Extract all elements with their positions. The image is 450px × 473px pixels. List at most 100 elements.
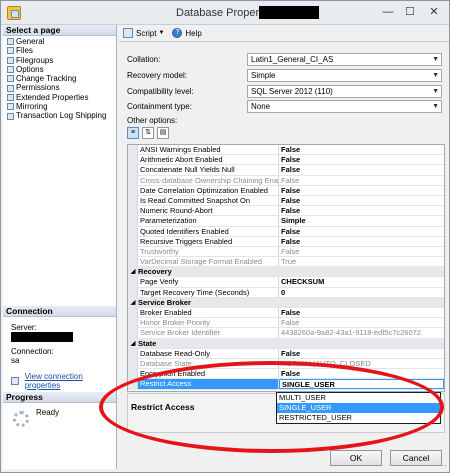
connection-header: Connection	[3, 306, 116, 317]
property-value[interactable]: False	[279, 165, 444, 174]
category-recovery[interactable]: ◢ Recovery	[128, 267, 444, 278]
recovery-model-row: Recovery model: Simple ▼	[127, 69, 445, 82]
resize-grip-icon[interactable]: ⋯	[439, 461, 447, 470]
script-button[interactable]: Script ▼	[123, 28, 164, 38]
property-value[interactable]: False	[279, 186, 444, 195]
property-value[interactable]: False	[279, 206, 444, 215]
category-state[interactable]: ◢ State	[128, 338, 444, 349]
property-value[interactable]: 0	[279, 288, 444, 297]
grid-row[interactable]: Parameterization Simple	[128, 216, 444, 227]
property-value[interactable]: Simple	[279, 216, 444, 225]
close-button[interactable]: ✕	[427, 5, 441, 19]
property-value[interactable]: False	[279, 227, 444, 236]
grid-row[interactable]: Broker Enabled False	[128, 308, 444, 319]
collapse-icon[interactable]: ◢	[128, 298, 138, 307]
grid-row[interactable]: Numeric Round-Abort False	[128, 206, 444, 217]
grid-row[interactable]: Encryption Enabled False	[128, 369, 444, 380]
page-item-filegroups[interactable]: Filegroups	[3, 56, 116, 65]
view-connection-link-text[interactable]: View connection properties	[25, 372, 116, 390]
progress-section: Progress Ready	[3, 392, 116, 427]
grid-row[interactable]: Concatenate Null Yields Null False	[128, 165, 444, 176]
recovery-model-select[interactable]: Simple ▼	[247, 69, 442, 82]
alphabetical-sort-button[interactable]: ⇅	[142, 127, 154, 139]
page-label: Permissions	[16, 83, 60, 93]
property-value[interactable]: False	[279, 155, 444, 164]
maximize-button[interactable]: ☐	[403, 5, 417, 19]
minimize-button[interactable]: —	[381, 5, 395, 19]
page-item-extended-properties[interactable]: Extended Properties	[3, 93, 116, 102]
grid-row[interactable]: Recursive Triggers Enabled False	[128, 236, 444, 247]
grid-row[interactable]: ANSI Warnings Enabled False	[128, 145, 444, 156]
property-value[interactable]: False	[279, 308, 444, 317]
grid-row[interactable]: Arithmetic Abort Enabled False	[128, 155, 444, 166]
grid-row[interactable]: Database Read-Only False	[128, 348, 444, 359]
options-property-grid: ANSI Warnings Enabled False Arithmetic Ab…	[127, 144, 445, 392]
property-pages-button[interactable]: ▤	[157, 127, 169, 139]
toolbar: Script ▼ ? Help	[119, 25, 449, 42]
page-item-change-tracking[interactable]: Change Tracking	[3, 74, 116, 83]
property-name: Honor Broker Priority	[138, 318, 279, 328]
grid-row: VarDecimal Storage Format Enabled True	[128, 257, 444, 268]
property-value[interactable]: False	[279, 145, 444, 154]
grid-row[interactable]: Page Verify CHECKSUM	[128, 277, 444, 288]
property-value[interactable]: False	[279, 196, 444, 205]
compatibility-level-select[interactable]: SQL Server 2012 (110) ▼	[247, 85, 442, 98]
option-multi-user[interactable]: MULTI_USER	[277, 393, 440, 403]
cancel-button[interactable]: Cancel	[390, 450, 442, 466]
property-value[interactable]: False	[279, 349, 444, 358]
option-restricted-user[interactable]: RESTRICTED_USER	[277, 413, 440, 423]
page-item-transaction-log-shipping[interactable]: Transaction Log Shipping	[3, 111, 116, 120]
grid-row-restrict-access[interactable]: Restrict Access SINGLE_USER	[128, 379, 444, 390]
containment-type-select[interactable]: None ▼	[247, 100, 442, 113]
property-name: Trustworthy	[138, 246, 279, 257]
option-single-user[interactable]: SINGLE_USER	[277, 403, 440, 413]
other-options-label: Other options:	[127, 116, 178, 125]
grid-row[interactable]: Quoted Identifiers Enabled False	[128, 226, 444, 237]
view-connection-properties-link[interactable]: View connection properties	[3, 372, 116, 390]
property-name: Page Verify	[138, 277, 279, 287]
page-label: General	[16, 37, 45, 46]
row-gutter	[128, 287, 138, 297]
page-item-mirroring[interactable]: Mirroring	[3, 102, 116, 111]
restrict-access-dropdown[interactable]: MULTI_USER SINGLE_USER RESTRICTED_USER	[276, 392, 441, 424]
row-gutter	[128, 195, 138, 206]
collapse-icon[interactable]: ◢	[128, 339, 138, 348]
row-gutter	[128, 206, 138, 216]
chevron-down-icon: ▼	[432, 72, 439, 79]
progress-header: Progress	[3, 392, 116, 403]
restrict-access-value[interactable]: SINGLE_USER	[279, 379, 444, 389]
compatibility-level-label: Compatibility level:	[127, 87, 194, 96]
property-value[interactable]: CHECKSUM	[279, 277, 444, 286]
categorized-view-button[interactable]: ≡	[127, 127, 139, 139]
property-value: NORMAL|AUTO_CLOSED	[281, 358, 371, 368]
property-name: Numeric Round-Abort	[138, 206, 279, 216]
collation-select[interactable]: Latin1_General_CI_AS ▼	[247, 53, 442, 66]
property-name: Database State	[138, 358, 279, 369]
page-item-files[interactable]: Files	[3, 46, 116, 55]
grid-row[interactable]: Date Correlation Optimization Enabled Fal…	[128, 185, 444, 196]
category-label: State	[138, 338, 157, 348]
database-app-icon	[7, 6, 21, 20]
page-icon	[7, 66, 14, 74]
property-value[interactable]: False	[279, 237, 444, 246]
ok-button[interactable]: OK	[330, 450, 382, 466]
category-service-broker[interactable]: ◢ Service Broker	[128, 297, 444, 308]
property-name: Encryption Enabled	[138, 369, 279, 379]
grid-row[interactable]: Is Read Committed Snapshot On False	[128, 195, 444, 207]
grid-row[interactable]: Target Recovery Time (Seconds) 0	[128, 287, 444, 298]
title-bar[interactable]: Database Properties — ☐ ✕	[1, 1, 449, 25]
help-icon: ?	[172, 28, 183, 38]
collapse-icon[interactable]: ◢	[128, 267, 138, 276]
help-label: Help	[185, 28, 202, 38]
compatibility-level-value: SQL Server 2012 (110)	[251, 87, 333, 96]
property-name: Database Read-Only	[138, 348, 279, 358]
property-value: False	[281, 246, 300, 256]
page-item-general[interactable]: General	[3, 37, 116, 46]
help-button[interactable]: ? Help	[172, 28, 202, 38]
recovery-model-value: Simple	[251, 71, 276, 80]
row-gutter	[128, 246, 138, 257]
property-value[interactable]: False	[279, 369, 444, 378]
page-item-permissions[interactable]: Permissions	[3, 83, 116, 92]
page-item-options[interactable]: Options	[3, 65, 116, 74]
collation-value: Latin1_General_CI_AS	[251, 55, 334, 64]
